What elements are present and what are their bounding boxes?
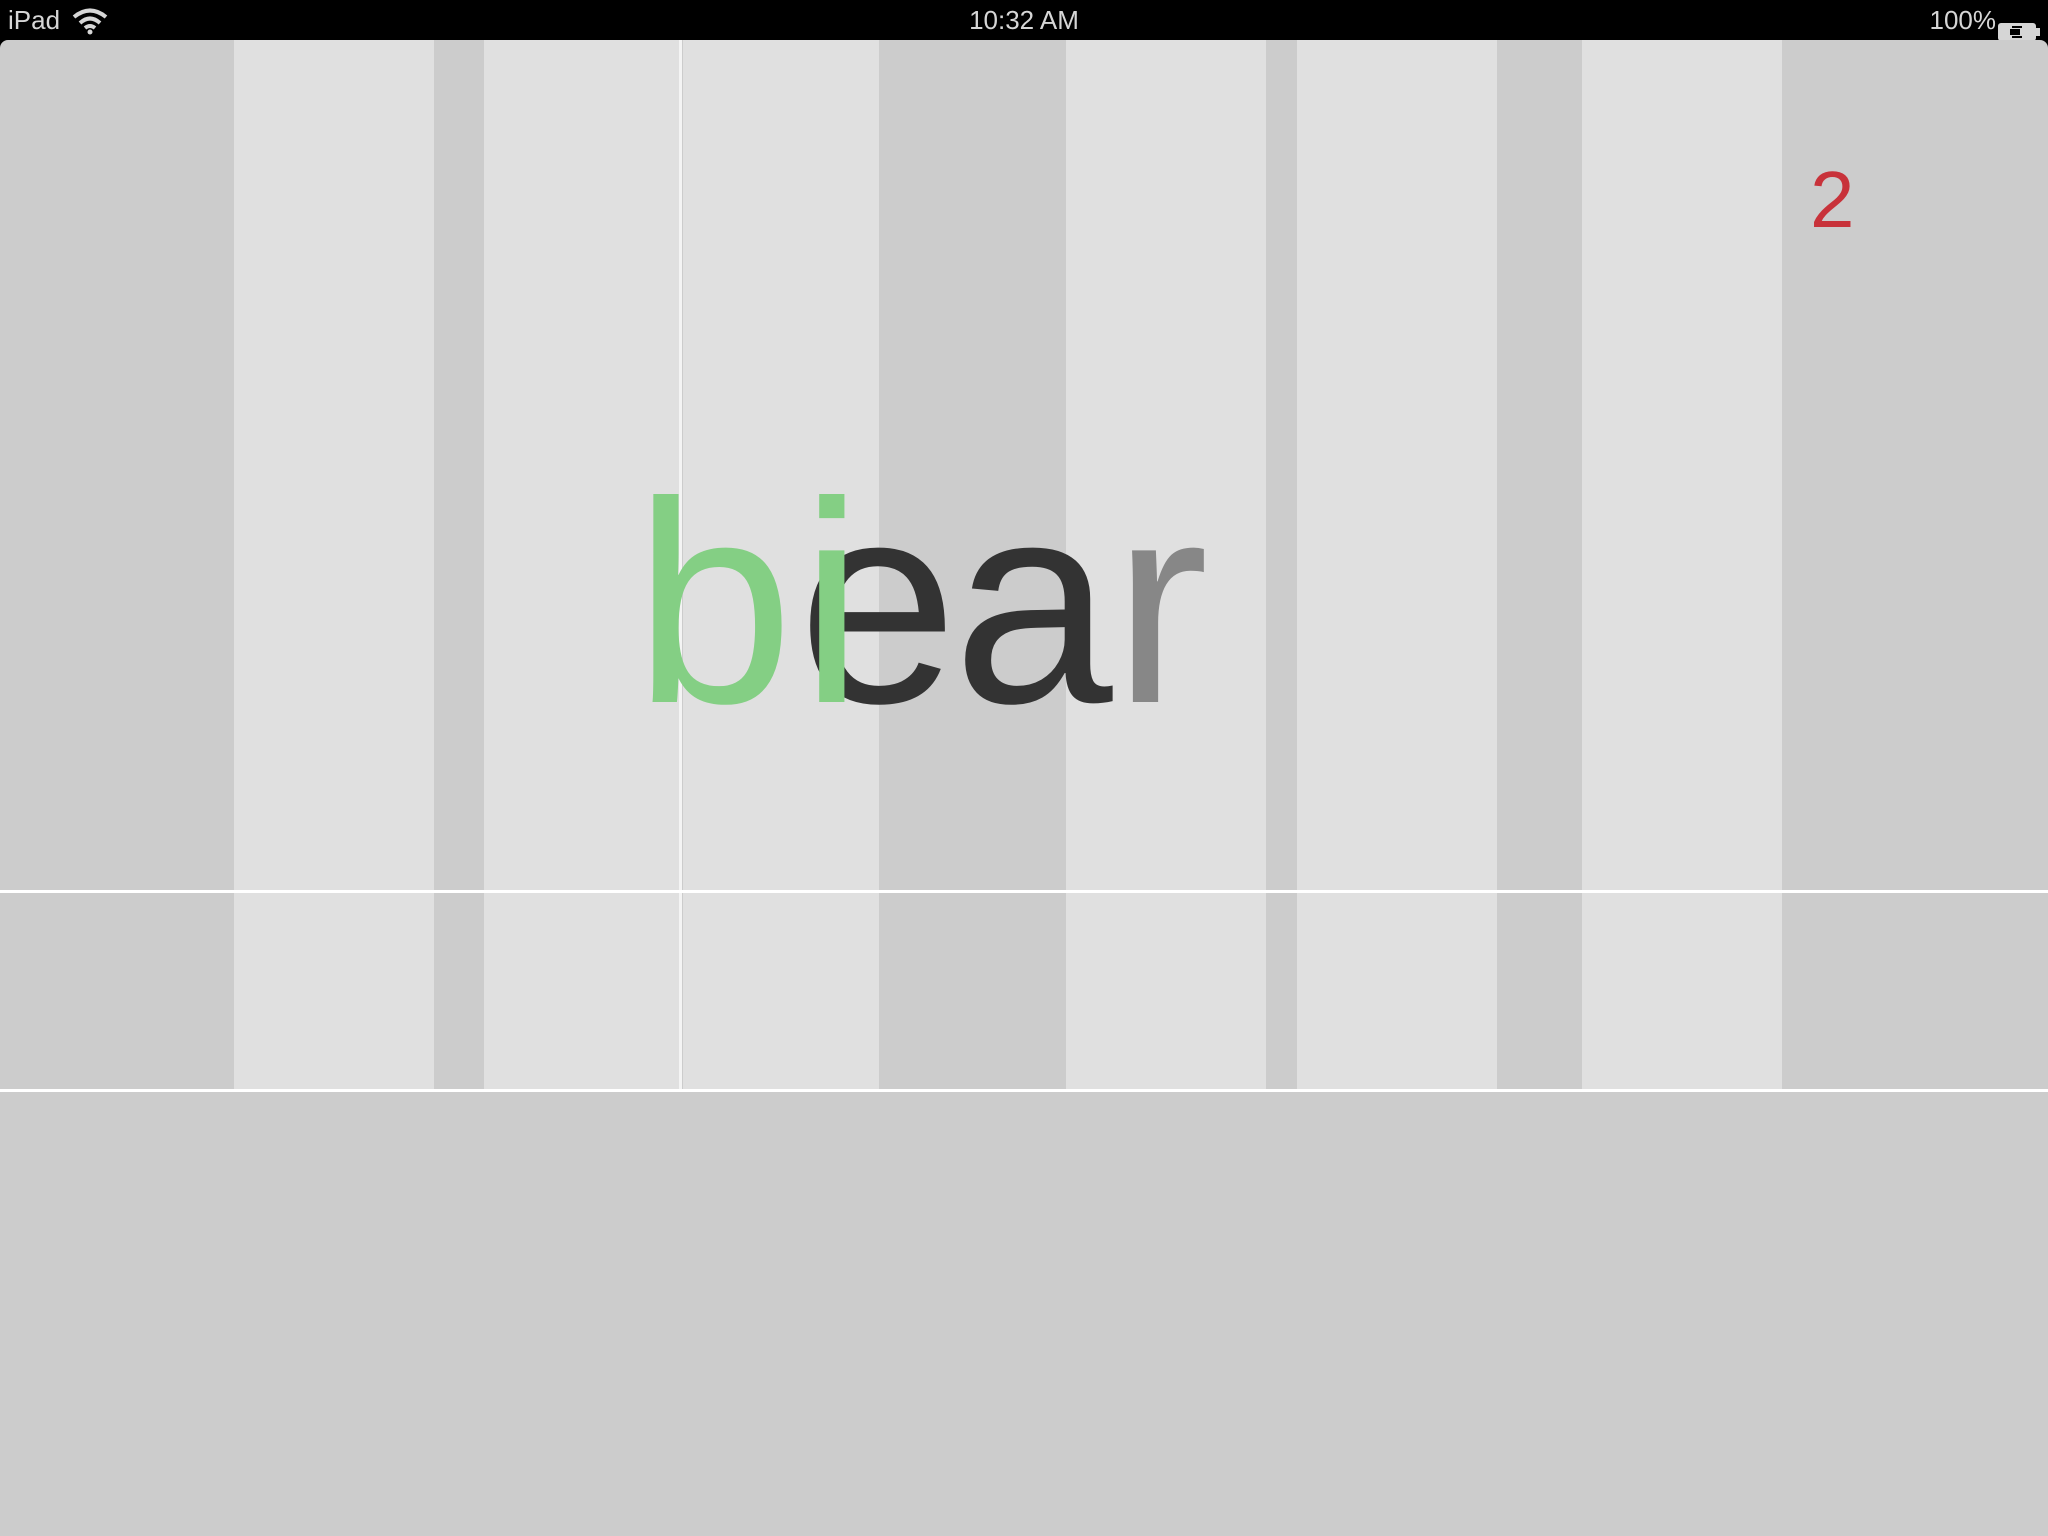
letter-tile[interactable]: a: [953, 459, 1113, 746]
letter-tile[interactable]: r: [1113, 459, 1209, 746]
letter-tile[interactable]: b: [634, 459, 794, 746]
letter-tile[interactable]: i: [800, 459, 864, 746]
word-display: e a r b i: [0, 40, 2048, 1536]
status-time: 10:32 AM: [969, 5, 1079, 35]
word-game-board: e a r b i 2: [0, 40, 2048, 1536]
score-counter: 2: [1810, 155, 1855, 244]
status-bar: iPad 10:32 AM 100%: [0, 0, 2048, 41]
battery-percentage: 100%: [1929, 5, 1997, 35]
